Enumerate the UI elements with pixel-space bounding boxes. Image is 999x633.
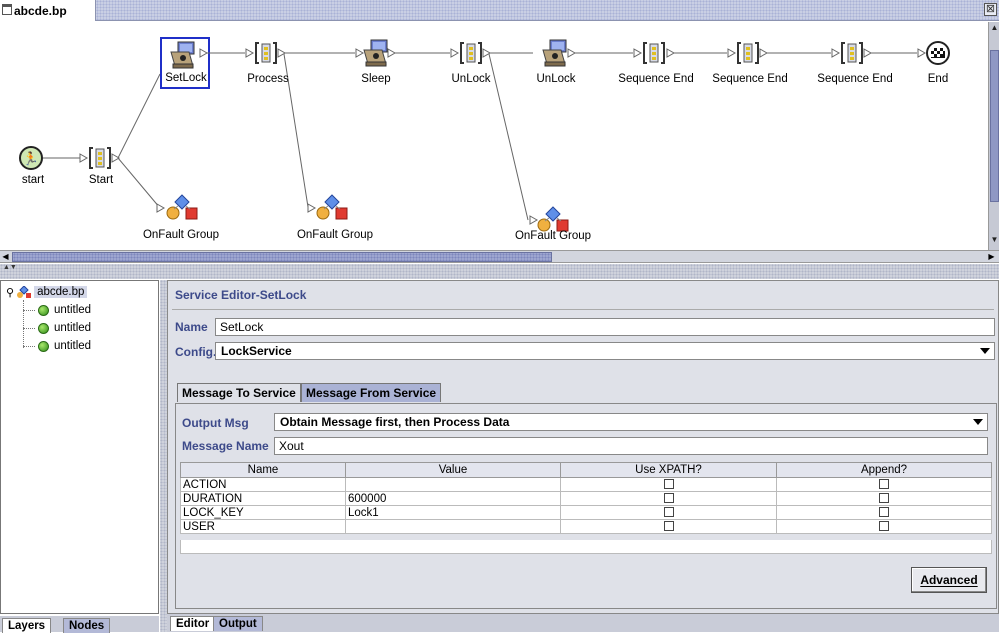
name-field[interactable]: SetLock: [215, 318, 995, 336]
editor-title: Service Editor-SetLock: [168, 281, 998, 309]
status-ok-icon: [38, 304, 49, 316]
table-row[interactable]: ACTION: [180, 477, 992, 492]
service-editor-panel: Service Editor-SetLock Name SetLock Conf…: [167, 280, 999, 614]
advanced-button-label: Advanced: [920, 573, 978, 587]
cell-name[interactable]: ACTION: [180, 477, 346, 492]
splitter-arrows-icon[interactable]: ▲▼: [3, 264, 17, 271]
tree-item-label: untitled: [54, 340, 92, 352]
status-ok-icon: [38, 340, 49, 352]
horizontal-scroll-thumb[interactable]: [12, 252, 552, 262]
name-label: Name: [175, 320, 208, 334]
cell-value[interactable]: 600000: [345, 491, 561, 506]
canvas-vertical-scrollbar[interactable]: ▲ ▼: [988, 22, 999, 250]
tab-message-to-service[interactable]: Message To Service: [177, 383, 301, 402]
document-tab[interactable]: abcde.bp: [0, 0, 96, 21]
column-header-value[interactable]: Value: [345, 462, 561, 478]
cell-name[interactable]: DURATION: [180, 491, 346, 506]
tree-item[interactable]: untitled: [23, 321, 91, 335]
chevron-down-icon[interactable]: [980, 348, 990, 354]
parameters-table: Name Value Use XPATH? Append? ACTION DUR…: [180, 462, 992, 534]
table-header-row: Name Value Use XPATH? Append?: [180, 462, 992, 478]
table-row[interactable]: USER: [180, 519, 992, 534]
node-label: End: [927, 73, 949, 85]
tree-item[interactable]: untitled: [23, 339, 91, 353]
key-icon: ⚲: [6, 286, 15, 299]
use-xpath-checkbox[interactable]: [663, 479, 674, 490]
cell-value[interactable]: Lock1: [345, 505, 561, 520]
append-checkbox[interactable]: [879, 479, 889, 490]
tab-output[interactable]: Output: [213, 616, 263, 631]
output-msg-selected-value: Obtain Message first, then Process Data: [280, 415, 510, 429]
bottom-tab-strip: Editor Output: [167, 614, 999, 632]
scroll-down-icon[interactable]: ▼: [989, 234, 999, 245]
node-label: UnLock: [451, 73, 491, 85]
horizontal-splitter[interactable]: ▲▼: [0, 264, 999, 279]
node-label: OnFault Group: [296, 229, 374, 241]
window-titlebar: abcde.bp ⊠: [0, 0, 999, 21]
table-row[interactable]: DURATION 600000: [180, 491, 992, 506]
tree-item-label: untitled: [54, 304, 92, 316]
table-empty-area[interactable]: [180, 540, 992, 554]
close-icon[interactable]: ⊠: [984, 3, 997, 16]
table-row[interactable]: LOCK_KEY Lock1: [180, 505, 992, 520]
tab-nodes[interactable]: Nodes: [63, 618, 111, 633]
output-msg-select[interactable]: Obtain Message first, then Process Data: [274, 413, 988, 431]
node-label: SetLock: [165, 72, 207, 84]
node-label: Sequence End: [712, 73, 788, 85]
onfault-group-icon: [17, 286, 32, 298]
cell-value[interactable]: [345, 477, 561, 492]
cell-name[interactable]: LOCK_KEY: [180, 505, 346, 520]
append-checkbox[interactable]: [879, 521, 889, 532]
node-label: Process: [247, 73, 289, 85]
node-label: UnLock: [536, 73, 576, 85]
document-tab-label: abcde.bp: [14, 3, 67, 18]
config-label: Config.: [175, 345, 217, 359]
vertical-scroll-thumb[interactable]: [990, 50, 999, 202]
node-label: Start: [88, 174, 114, 186]
cell-name[interactable]: USER: [180, 519, 346, 534]
node-label: OnFault Group: [514, 230, 592, 242]
message-name-field[interactable]: Xout: [274, 437, 988, 455]
node-label: Sequence End: [817, 73, 893, 85]
tree-root-label: abcde.bp: [34, 286, 88, 298]
canvas-horizontal-scrollbar[interactable]: ◀ ▶: [0, 250, 999, 263]
tree-root[interactable]: ⚲ abcde.bp: [6, 285, 88, 299]
message-name-label: Message Name: [182, 439, 269, 453]
use-xpath-checkbox[interactable]: [663, 521, 674, 532]
message-tab-content: Output Msg Obtain Message first, then Pr…: [175, 403, 997, 609]
use-xpath-checkbox[interactable]: [663, 507, 674, 518]
column-header-name[interactable]: Name: [180, 462, 346, 478]
node-label: OnFault Group: [142, 229, 220, 241]
config-selected-value: LockService: [221, 344, 292, 358]
scroll-left-icon[interactable]: ◀: [0, 251, 11, 262]
use-xpath-checkbox[interactable]: [663, 493, 674, 504]
process-canvas[interactable]: 🏃 start Start SetLock Process Sleep UnLo…: [0, 22, 988, 250]
connector-lines: 🏃: [19, 37, 950, 232]
left-tab-strip: Layers Nodes: [0, 616, 159, 633]
append-checkbox[interactable]: [879, 493, 889, 504]
append-checkbox[interactable]: [879, 507, 889, 518]
advanced-button[interactable]: Advanced: [911, 567, 987, 593]
status-ok-icon: [38, 322, 49, 334]
column-header-append[interactable]: Append?: [776, 462, 992, 478]
scroll-right-icon[interactable]: ▶: [986, 251, 997, 262]
output-msg-label: Output Msg: [182, 416, 249, 430]
svg-text:🏃: 🏃: [23, 151, 39, 167]
chevron-down-icon[interactable]: [973, 419, 983, 425]
tab-layers[interactable]: Layers: [2, 618, 52, 633]
cell-value[interactable]: [345, 519, 561, 534]
vertical-splitter[interactable]: [160, 280, 167, 632]
node-label: start: [21, 174, 45, 186]
process-tree-panel: ⚲ abcde.bp untitled untitled untitled: [0, 280, 159, 614]
tree-item-label: untitled: [54, 322, 92, 334]
column-header-use-xpath[interactable]: Use XPATH?: [560, 462, 777, 478]
tree-item[interactable]: untitled: [23, 303, 91, 317]
scroll-up-icon[interactable]: ▲: [989, 22, 999, 33]
tab-editor[interactable]: Editor: [170, 616, 216, 631]
window-icon: [2, 4, 12, 15]
node-label: Sequence End: [618, 73, 694, 85]
tab-message-from-service[interactable]: Message From Service: [301, 383, 442, 402]
node-label: Sleep: [361, 73, 391, 85]
config-select[interactable]: LockService: [215, 342, 995, 360]
